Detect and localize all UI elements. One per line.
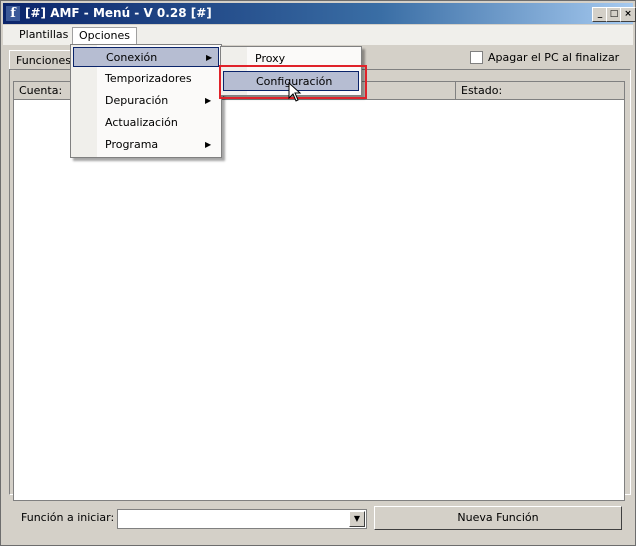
- apagar-pc-label: Apagar el PC al finalizar: [488, 51, 620, 64]
- menu-item-label: Actualización: [105, 116, 178, 129]
- menu-plantillas[interactable]: Plantillas: [13, 27, 74, 43]
- menu-item-depuracion[interactable]: Depuración ▶: [73, 91, 219, 111]
- menu-item-label: Conexión: [106, 51, 158, 64]
- apagar-pc-checkbox[interactable]: [470, 51, 483, 64]
- submenu-arrow-icon: ▶: [206, 53, 213, 62]
- funcion-label: Función a iniciar:: [21, 511, 115, 524]
- title-bar[interactable]: f [#] AMF - Menú - V 0.28 [#] _ □ ×: [3, 3, 636, 24]
- menu-item-label: Programa: [105, 138, 159, 151]
- funcion-combo[interactable]: ▼: [117, 509, 367, 529]
- menu-item-temporizadores[interactable]: Temporizadores: [73, 69, 219, 89]
- mouse-pointer-icon: [288, 82, 302, 102]
- menu-item-actualizacion[interactable]: Actualización: [73, 113, 219, 133]
- submenu-arrow-icon: ▶: [205, 96, 212, 105]
- menu-item-label: Depuración: [105, 94, 169, 107]
- nueva-funcion-button[interactable]: Nueva Función: [374, 506, 622, 530]
- opciones-dropdown: Conexión ▶ Temporizadores Depuración ▶ A…: [70, 44, 222, 158]
- column-estado[interactable]: Estado:: [456, 82, 624, 99]
- menu-bar: Plantillas Opciones: [3, 25, 633, 46]
- close-button[interactable]: ×: [620, 7, 636, 22]
- menu-item-conexion[interactable]: Conexión ▶: [73, 47, 219, 67]
- submenu-arrow-icon: ▶: [205, 140, 212, 149]
- window-title: [#] AMF - Menú - V 0.28 [#]: [25, 6, 212, 20]
- menu-item-label: Temporizadores: [105, 72, 192, 85]
- facebook-icon: f: [6, 6, 20, 21]
- dropdown-arrow-icon[interactable]: ▼: [349, 511, 365, 527]
- menu-item-programa[interactable]: Programa ▶: [73, 135, 219, 155]
